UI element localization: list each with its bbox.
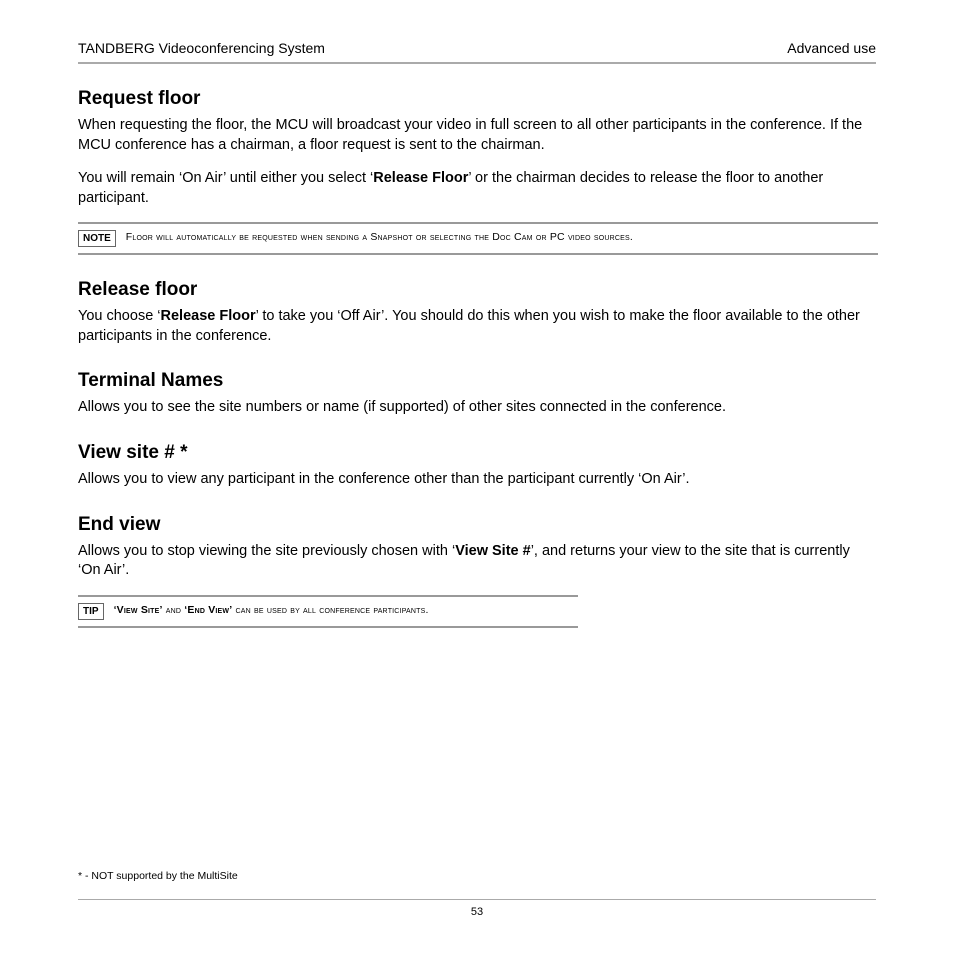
text: Allows you to stop viewing the site prev…	[78, 543, 455, 559]
section-view-site: View site # * Allows you to view any par…	[78, 442, 876, 490]
header-left: TANDBERG Videoconferencing System	[78, 40, 325, 56]
text: You will remain ‘On Air’ until either yo…	[78, 170, 373, 186]
para: When requesting the floor, the MCU will …	[78, 116, 876, 155]
bottom-rule	[78, 899, 876, 900]
para: You choose ‘Release Floor’ to take you ‘…	[78, 307, 876, 346]
text-bold: View Site #	[455, 543, 531, 559]
tip-text: ‘View Site’ and ‘End View’ can be used b…	[114, 603, 429, 618]
section-release-floor: Release floor You choose ‘Release Floor’…	[78, 279, 876, 346]
page: TANDBERG Videoconferencing System Advanc…	[0, 0, 954, 954]
text-bold: Release Floor	[373, 170, 468, 186]
heading-release-floor: Release floor	[78, 279, 876, 301]
para: You will remain ‘On Air’ until either yo…	[78, 169, 876, 208]
section-terminal-names: Terminal Names Allows you to see the sit…	[78, 370, 876, 418]
note-text: Floor will automatically be requested wh…	[126, 230, 633, 245]
page-number: 53	[0, 906, 954, 918]
footnote: * - NOT supported by the MultiSite	[78, 870, 238, 882]
heading-terminal-names: Terminal Names	[78, 370, 876, 392]
heading-end-view: End view	[78, 514, 876, 536]
para: Allows you to stop viewing the site prev…	[78, 542, 876, 581]
header-right: Advanced use	[787, 40, 876, 56]
text: You choose ‘	[78, 308, 161, 324]
tip-tag: TIP	[78, 603, 104, 620]
text-bold: Release Floor	[161, 308, 256, 324]
section-end-view: End view Allows you to stop viewing the …	[78, 514, 876, 581]
section-request-floor: Request floor When requesting the floor,…	[78, 88, 876, 208]
text-bold: ‘End View’	[184, 604, 232, 616]
note-tag: NOTE	[78, 230, 116, 247]
text: and	[163, 604, 185, 616]
page-header: TANDBERG Videoconferencing System Advanc…	[78, 40, 876, 64]
tip-callout: TIP ‘View Site’ and ‘End View’ can be us…	[78, 595, 578, 628]
para: Allows you to see the site numbers or na…	[78, 398, 876, 418]
note-callout: NOTE Floor will automatically be request…	[78, 222, 878, 255]
heading-request-floor: Request floor	[78, 88, 876, 110]
heading-view-site: View site # *	[78, 442, 876, 464]
para: Allows you to view any participant in th…	[78, 470, 876, 490]
text-bold: ‘View Site’	[114, 604, 163, 616]
text: can be used by all conference participan…	[232, 604, 428, 616]
